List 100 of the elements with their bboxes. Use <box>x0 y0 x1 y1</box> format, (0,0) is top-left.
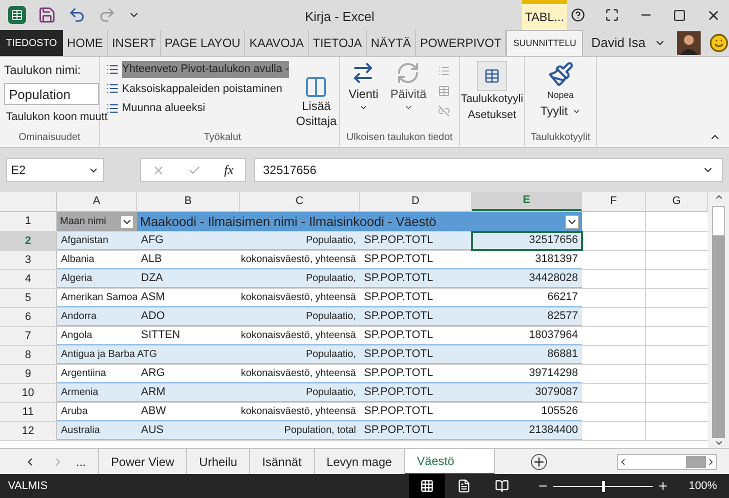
table-header-cell[interactable]: Maakoodi - Ilmaisimen nimi - Ilmaisinkoodi - Väestö <box>137 212 582 231</box>
table-cell: Populaatio, <box>240 232 360 250</box>
table-cell: DZA <box>137 270 240 288</box>
column-header[interactable]: A <box>57 192 137 211</box>
sheet-tab[interactable]: Väestö <box>404 448 495 474</box>
table-cell: 34428028 <box>472 270 582 288</box>
row-header[interactable]: 4 <box>0 270 57 288</box>
page-break-icon[interactable] <box>494 479 509 493</box>
zoom-thumb[interactable] <box>602 480 605 492</box>
row-header[interactable]: 3 <box>0 251 57 269</box>
table-cell: SP.POP.TOTL <box>360 422 472 440</box>
row-header[interactable]: 9 <box>0 365 57 383</box>
table-cell: Populaatio, <box>240 308 360 326</box>
group-label: Ulkoisen taulukon tiedot <box>346 131 453 145</box>
row-header[interactable]: 7 <box>0 327 57 345</box>
refresh-button[interactable]: Päivitä <box>390 61 426 117</box>
column-header[interactable]: F <box>582 192 646 211</box>
table-style-icon <box>476 61 507 91</box>
caret-icon <box>404 103 413 112</box>
table-name-field[interactable]: Population <box>4 83 99 105</box>
vertical-scrollbar[interactable] <box>708 192 729 448</box>
table-cell: SP.POP.TOTL <box>360 232 472 250</box>
paintbrush-icon <box>548 61 574 87</box>
row-header[interactable]: 12 <box>0 422 57 440</box>
table-cell: ABW <box>137 403 240 421</box>
table-cell: 105526 <box>472 403 582 421</box>
table-cell: Populaatio, <box>240 270 360 288</box>
table-cell: Populaatio, <box>240 346 360 364</box>
name-box[interactable]: E2 <box>6 158 104 182</box>
excel-logo-icon <box>8 6 26 24</box>
tool-button[interactable]: Kaksoiskappaleiden poistaminen <box>122 80 282 97</box>
horizontal-scrollbar[interactable] <box>617 454 717 470</box>
table-cell: SP.POP.TOTL <box>360 384 472 402</box>
table-cell: 32517656 <box>472 232 582 250</box>
table-cell: SP.POP.TOTL <box>360 346 472 364</box>
quick-styles-button[interactable]: Nopea Tyylit <box>540 61 581 119</box>
table-cell: Population, total <box>240 422 360 440</box>
table-cell: SP.POP.TOTL <box>360 251 472 269</box>
table-cell: Australia <box>57 422 137 440</box>
avatar <box>677 31 702 55</box>
row-header[interactable]: 1 <box>0 212 57 231</box>
row-header[interactable]: 11 <box>0 403 57 421</box>
smiley-icon[interactable] <box>709 33 729 53</box>
table-cell: SITTEN <box>137 327 240 345</box>
tool-button[interactable]: Muunna alueeksi <box>122 100 206 116</box>
group-label: Työkalut <box>204 131 242 145</box>
column-header[interactable]: B <box>137 192 240 211</box>
column-header[interactable]: C <box>240 192 360 211</box>
insert-function-button[interactable]: fx <box>224 160 234 180</box>
save-icon[interactable] <box>38 6 56 24</box>
table-cell: Algeria <box>57 270 137 288</box>
table-cell: 82577 <box>472 308 582 326</box>
help-icon[interactable] <box>571 8 585 22</box>
table-cell: ASM <box>137 289 240 307</box>
file-tab[interactable]: TIEDOSTO <box>0 30 63 56</box>
page-layout-icon[interactable] <box>456 479 471 493</box>
table-cell: Andorra <box>57 308 137 326</box>
scroll-thumb[interactable] <box>712 206 725 236</box>
table-header-cell[interactable]: Maan nimi <box>57 212 137 231</box>
table-name-label: Taulukon nimi: <box>4 62 82 79</box>
caret-icon <box>358 103 368 112</box>
row-header[interactable]: 10 <box>0 384 57 402</box>
maximize-icon[interactable] <box>673 8 686 22</box>
filter-icon[interactable] <box>565 214 579 228</box>
scroll-thumb[interactable] <box>686 456 706 468</box>
user-name[interactable]: David Isa <box>591 33 646 53</box>
zoom-level[interactable]: 100% <box>688 478 717 494</box>
row-header[interactable]: 6 <box>0 308 57 326</box>
status-text: VALMIS <box>8 478 48 494</box>
row-header[interactable]: 2 <box>0 232 57 250</box>
context-tab[interactable]: TABL... <box>522 0 567 30</box>
filter-icon[interactable] <box>120 214 134 228</box>
table-cell: AUS <box>137 422 240 440</box>
table-cell: Afganistan <box>57 232 137 250</box>
table-cell: ARM <box>137 384 240 402</box>
add-sheet-icon[interactable] <box>530 454 547 470</box>
zoom-slider[interactable] <box>552 480 653 492</box>
ribbon-tab[interactable]: SUUNNITTELU <box>506 30 584 56</box>
table-cell: ALB <box>137 251 240 269</box>
table-cell: SP.POP.TOTL <box>360 403 472 421</box>
tool-button[interactable]: Yhteenveto Pivot-taulukon avulla - <box>122 61 289 78</box>
table-cell: SP.POP.TOTL <box>360 308 472 326</box>
column-header[interactable]: E <box>472 192 582 211</box>
table-cell: 3079087 <box>472 384 582 402</box>
insert-slicer-button[interactable]: Lisää Osittaja <box>296 61 337 129</box>
table-cell: Armenia <box>57 384 137 402</box>
row-header[interactable]: 8 <box>0 346 57 364</box>
table-cell: 66217 <box>472 289 582 307</box>
formula-field[interactable]: 32517656 <box>254 158 723 182</box>
normal-view-icon[interactable] <box>420 479 434 493</box>
zoom-in-icon[interactable] <box>656 480 669 492</box>
table-cell: Populaatio, <box>240 384 360 402</box>
table-cell: 18037964 <box>472 327 582 345</box>
undo-icon[interactable] <box>68 6 86 24</box>
table-cell: AFG <box>137 232 240 250</box>
style-options-button[interactable]: Taulukkotyyli Asetukset <box>460 61 524 123</box>
table-cell: SP.POP.TOTL <box>360 289 472 307</box>
export-button[interactable]: Vienti <box>348 61 378 117</box>
resize-table-button[interactable]: Taulukon koon muutt <box>6 109 108 126</box>
row-header[interactable]: 5 <box>0 289 57 307</box>
